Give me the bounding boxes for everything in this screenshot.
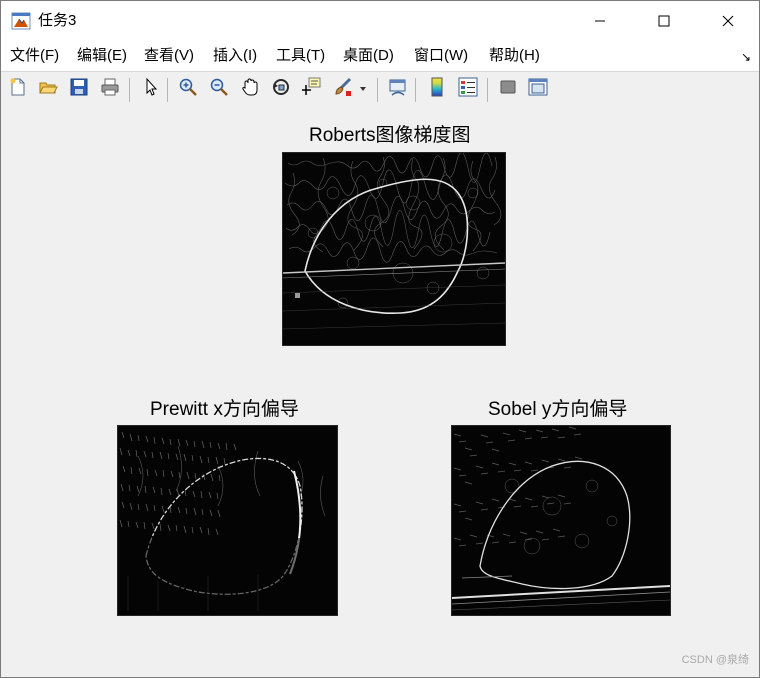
matlab-figure-icon xyxy=(11,11,31,31)
dock-arrow-icon[interactable]: ↘ xyxy=(741,50,751,64)
link-plot-button[interactable] xyxy=(387,78,409,100)
menu-help[interactable]: 帮助(H) xyxy=(489,47,540,65)
select-button[interactable] xyxy=(140,77,162,102)
rotate-3d-icon xyxy=(271,77,291,102)
minimize-button[interactable] xyxy=(577,1,623,41)
show-plot-tools-button[interactable] xyxy=(527,78,549,100)
new-figure-icon xyxy=(8,77,28,102)
axes-title-prewitt: Prewitt x方向偏导 xyxy=(150,399,299,420)
minimize-icon xyxy=(594,15,606,27)
toolbar-separator xyxy=(129,78,130,102)
show-plot-tools-icon xyxy=(528,77,548,102)
rotate-3d-button[interactable] xyxy=(270,78,292,100)
zoom-in-icon xyxy=(178,77,198,102)
menu-bar: 文件(F) 编辑(E) 查看(V) 插入(I) 工具(T) 桌面(D) 窗口(W… xyxy=(1,41,759,71)
prewitt-x-derivative-image[interactable] xyxy=(117,425,338,616)
pan-button[interactable] xyxy=(239,77,261,102)
toolbar-separator xyxy=(487,78,488,102)
print-icon xyxy=(100,77,120,102)
print-button[interactable] xyxy=(99,78,121,100)
select-arrow-icon xyxy=(141,77,161,102)
toolbar-separator xyxy=(377,78,378,102)
open-icon xyxy=(38,77,58,102)
watermark-text: CSDN @泉绮 xyxy=(681,654,749,666)
menu-window[interactable]: 窗口(W) xyxy=(414,47,468,65)
brush-dropdown-icon xyxy=(359,80,367,98)
menu-insert[interactable]: 插入(I) xyxy=(213,47,257,65)
zoom-out-icon xyxy=(209,77,229,102)
colorbar-icon xyxy=(427,77,447,102)
toolbar-separator xyxy=(415,78,416,102)
hide-plot-tools-button[interactable] xyxy=(497,78,519,100)
close-icon xyxy=(722,15,734,27)
zoom-out-button[interactable] xyxy=(208,78,230,100)
open-file-button[interactable] xyxy=(37,78,59,100)
menu-view[interactable]: 查看(V) xyxy=(144,47,194,65)
figure-window: 任务3 文件(F) 编辑(E) 查看(V) 插入(I) 工具(T) 桌面(D) … xyxy=(0,0,760,678)
pan-hand-icon xyxy=(240,77,260,102)
maximize-button[interactable] xyxy=(641,1,687,41)
figure-toolbar xyxy=(1,71,759,109)
menu-edit[interactable]: 编辑(E) xyxy=(77,47,127,65)
figure-canvas: Roberts图像梯度图 Prewitt x方向偏导 Sobel y方向偏导 C… xyxy=(1,108,759,677)
maximize-icon xyxy=(658,15,670,27)
axes-title-sobel: Sobel y方向偏导 xyxy=(488,399,628,420)
brush-icon xyxy=(333,77,353,102)
brush-button[interactable] xyxy=(332,77,354,102)
menu-desktop[interactable]: 桌面(D) xyxy=(343,47,394,65)
sobel-y-derivative-image[interactable] xyxy=(451,425,671,616)
axes-title-roberts: Roberts图像梯度图 xyxy=(309,125,471,146)
data-cursor-button[interactable] xyxy=(301,77,323,102)
data-cursor-icon xyxy=(302,77,322,102)
legend-icon xyxy=(458,77,478,102)
colorbar-button[interactable] xyxy=(426,77,448,102)
new-figure-button[interactable] xyxy=(7,78,29,100)
save-button[interactable] xyxy=(68,78,90,100)
menu-tools[interactable]: 工具(T) xyxy=(276,47,325,65)
zoom-in-button[interactable] xyxy=(177,78,199,100)
toolbar-separator xyxy=(167,78,168,102)
legend-button[interactable] xyxy=(457,77,479,102)
close-button[interactable] xyxy=(705,1,751,41)
save-icon xyxy=(69,77,89,102)
link-plot-icon xyxy=(388,77,408,102)
brush-dropdown-button[interactable] xyxy=(357,78,369,100)
menu-file[interactable]: 文件(F) xyxy=(10,47,59,65)
hide-plot-tools-icon xyxy=(498,77,518,102)
title-bar: 任务3 xyxy=(1,1,759,41)
window-title: 任务3 xyxy=(38,12,77,29)
roberts-gradient-image[interactable] xyxy=(282,152,506,346)
